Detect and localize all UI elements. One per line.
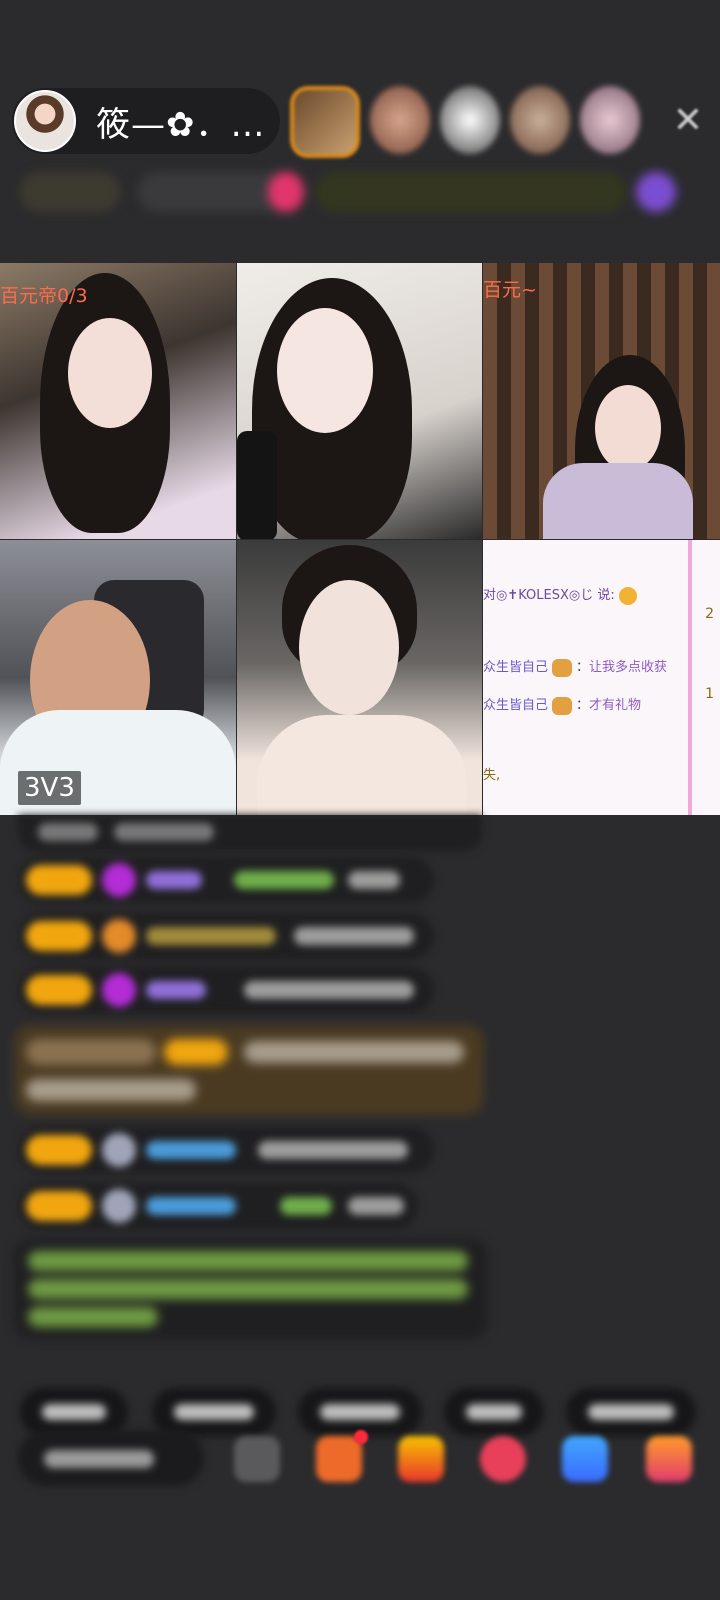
panel-chat-line: 众生皆自己 ：让我多点收获 — [483, 658, 668, 677]
microphone — [237, 431, 277, 539]
game-icon[interactable] — [398, 1436, 444, 1482]
portrait-body — [543, 463, 693, 539]
portrait-face — [277, 308, 373, 433]
tile-1-label: 百元帝0/3 — [0, 285, 88, 307]
tile-3-label: 百元~ — [483, 279, 537, 301]
video-grid: 百元帝0/3 百元~ 3V3 对◎✝KOLESX◎じ 说: 众生皆自己 ：让我多点… — [0, 263, 720, 815]
quick-reply-chip[interactable] — [566, 1388, 696, 1436]
chat-area — [0, 815, 720, 1355]
tiger-badge-icon — [552, 696, 573, 715]
top-viewers — [290, 86, 640, 158]
chat-message — [18, 1183, 418, 1229]
video-tile-1[interactable]: 百元帝0/3 — [0, 263, 236, 539]
pk-mode-badge: 3V3 — [18, 771, 81, 805]
quick-reply-chip[interactable] — [298, 1388, 422, 1436]
chat-message — [18, 857, 434, 903]
chat-gift-message — [14, 1025, 484, 1115]
viewer-avatar[interactable] — [290, 86, 360, 158]
host-info-pill[interactable]: 筱—✿．… — [12, 88, 280, 154]
fans-club-icon[interactable] — [268, 172, 304, 212]
chat-message — [18, 967, 434, 1013]
host-name: 筱—✿．… — [96, 104, 266, 145]
close-icon[interactable]: ✕ — [668, 100, 708, 141]
room-info-row — [20, 172, 700, 216]
gift-wall-icon[interactable] — [636, 172, 676, 212]
quick-reply-chip[interactable] — [444, 1388, 544, 1436]
quick-reply-chip[interactable] — [152, 1388, 276, 1436]
video-tile-6-chat-panel[interactable]: 对◎✝KOLESX◎じ 说: 众生皆自己 ：让我多点收获 众生皆自己 ：才有礼物 失… — [483, 540, 720, 815]
video-tile-5[interactable] — [237, 540, 482, 815]
panel-chat-line: 对◎✝KOLESX◎じ 说: — [483, 584, 637, 605]
hour-rank-chip[interactable] — [20, 172, 120, 212]
share-icon[interactable] — [562, 1436, 608, 1482]
chat-input[interactable] — [18, 1430, 204, 1486]
viewer-avatar[interactable] — [510, 86, 570, 154]
notification-dot — [354, 1430, 368, 1444]
host-avatar[interactable] — [14, 90, 76, 152]
panel-side-marker: 1 — [705, 686, 714, 702]
heart-gift-icon[interactable] — [480, 1436, 526, 1482]
panel-side-marker: 2 — [705, 606, 714, 622]
video-tile-3[interactable]: 百元~ — [483, 263, 720, 539]
emoji-icon — [618, 586, 637, 605]
chat-message — [18, 815, 482, 851]
chat-message — [18, 913, 434, 959]
portrait-face — [299, 580, 399, 715]
viewer-avatar[interactable] — [370, 86, 430, 154]
quick-reply-chip[interactable] — [20, 1388, 128, 1436]
emoji-panel-icon[interactable] — [234, 1436, 280, 1482]
panel-scroll-bar — [688, 540, 692, 815]
bottom-bar — [0, 1430, 720, 1530]
viewer-avatar[interactable] — [580, 86, 640, 154]
portrait-face — [595, 385, 661, 471]
portrait-face — [68, 318, 152, 428]
panel-chat-line: 失, — [483, 768, 501, 783]
panel-chat-line: 众生皆自己 ：才有礼物 — [483, 696, 642, 715]
system-notice — [14, 1239, 488, 1339]
viewer-avatar[interactable] — [440, 86, 500, 154]
activity-banner[interactable] — [316, 172, 626, 212]
video-tile-4[interactable]: 3V3 — [0, 540, 236, 815]
video-tile-2[interactable] — [237, 263, 482, 539]
gift-box-icon[interactable] — [316, 1436, 362, 1482]
portrait-body — [257, 715, 467, 815]
tiger-badge-icon — [552, 658, 573, 677]
more-gifts-icon[interactable] — [646, 1436, 692, 1482]
chat-message — [18, 1127, 434, 1173]
